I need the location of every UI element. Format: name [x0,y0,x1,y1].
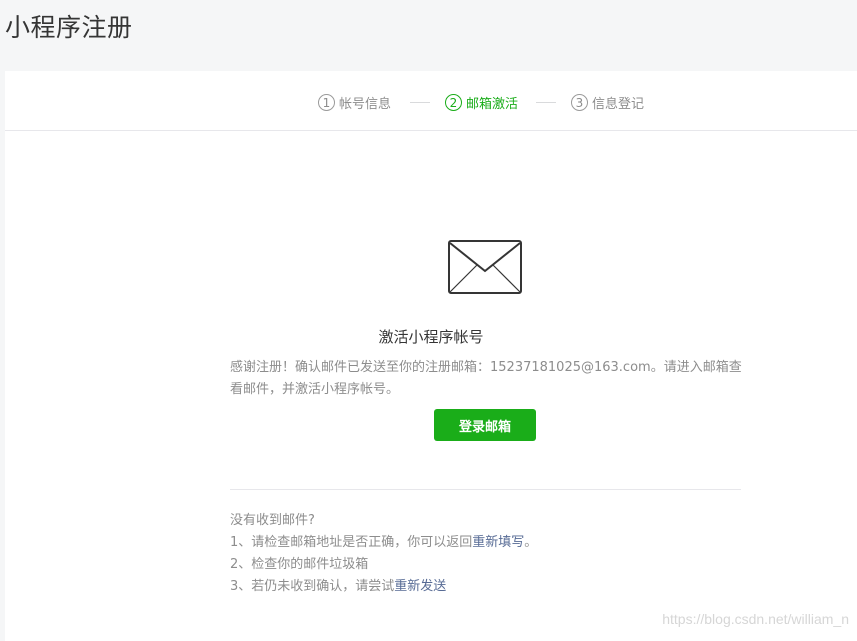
login-email-button[interactable]: 登录邮箱 [434,409,536,441]
resend-link[interactable]: 重新发送 [394,579,446,594]
step-info-registration: 3 信息登记 [571,91,644,113]
watermark: https://blog.csdn.net/william_n [662,611,849,627]
step-number-3: 3 [571,93,588,111]
step-indicator: 1 帐号信息 2 邮箱激活 3 信息登记 [5,71,857,131]
step-label: 信息登记 [592,96,645,112]
registration-card: 1 帐号信息 2 邮箱激活 3 信息登记 激活小程序帐号 感谢注册！确认邮件已发… [5,71,857,641]
help-title: 没有收到邮件? [230,513,315,528]
step-connector [536,102,556,103]
step-label: 帐号信息 [339,96,392,112]
step-connector [410,102,430,103]
step-account-info: 1 帐号信息 [318,91,391,113]
activation-heading: 激活小程序帐号 [378,328,484,346]
page-title: 小程序注册 [5,13,133,42]
step-number-1: 1 [318,93,335,111]
activation-description: 感谢注册！确认邮件已发送至你的注册邮箱：15237181025@163.com。… [230,360,742,397]
refill-link[interactable]: 重新填写 [472,535,524,550]
step-number-2: 2 [445,93,462,111]
help-item-2: 2、检查你的邮件垃圾箱 [230,557,369,572]
help-item-1: 1、请检查邮箱地址是否正确，你可以返回重新填写。 [230,532,537,554]
help-item-3: 3、若仍未收到确认，请尝试重新发送 [230,576,537,598]
help-item-1-suffix: 。 [524,535,538,550]
step-email-activation: 2 邮箱激活 [445,91,518,113]
page: 小程序注册 1 帐号信息 2 邮箱激活 3 信息登记 激活小程序帐号 感谢注册！… [0,0,857,641]
envelope-icon [448,240,522,294]
divider [230,489,741,490]
help-item-1-text: 1、请检查邮箱地址是否正确，你可以返回 [230,535,473,550]
step-label: 邮箱激活 [466,96,519,112]
help-section: 没有收到邮件? 1、请检查邮箱地址是否正确，你可以返回重新填写。 2、检查你的邮… [230,510,537,598]
help-item-3-text: 3、若仍未收到确认，请尝试 [230,579,395,594]
